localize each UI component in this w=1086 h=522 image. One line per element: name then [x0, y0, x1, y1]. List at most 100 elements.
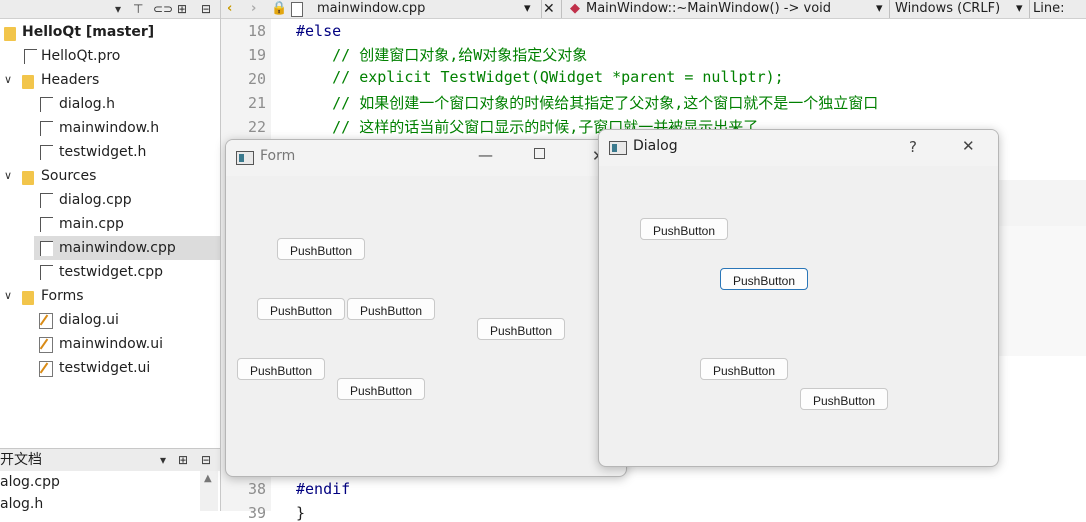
divider — [541, 0, 542, 18]
tree-item-testwidget-h[interactable]: testwidget.h — [0, 140, 220, 164]
line-number: 39 — [247, 504, 266, 522]
tree-item-label: Forms — [41, 288, 84, 304]
symbol-dropdown-icon[interactable]: ▾ — [876, 0, 883, 18]
back-icon[interactable]: ‹ — [227, 0, 232, 18]
project-icon — [4, 27, 16, 41]
tree-folder-headers[interactable]: ∨ Headers — [0, 68, 220, 92]
close-pane-icon[interactable]: ⊟ — [201, 452, 211, 468]
chevron-down-icon[interactable]: ∨ — [4, 164, 12, 188]
dialog-title-bar[interactable]: Dialog ? ✕ — [599, 130, 998, 166]
code-line: // 创建窗口对象,给W对象指定父对象 — [296, 46, 588, 64]
close-icon[interactable]: ✕ — [962, 137, 975, 155]
tree-item-label: Headers — [41, 72, 100, 88]
editor-toolbar: ‹ › 🔒 mainwindow.cpp ▾ ✕ ◆ MainWindow::~… — [221, 0, 1086, 34]
source-file-icon — [40, 241, 53, 256]
close-pane-icon[interactable]: ⊟ — [201, 1, 211, 17]
form-title-bar[interactable]: Form — ✕ — [226, 140, 626, 176]
tree-item-hellopro[interactable]: HelloQt.pro — [0, 44, 220, 68]
minimize-icon[interactable]: — — [478, 146, 493, 164]
tree-item-mainwindow-ui[interactable]: mainwindow.ui — [0, 332, 220, 356]
open-document-item[interactable]: alog.cpp — [0, 471, 60, 493]
tree-item-testwidget-cpp[interactable]: testwidget.cpp — [0, 260, 220, 284]
tree-item-label: mainwindow.h — [59, 120, 160, 136]
chevron-down-icon[interactable]: ∨ — [4, 68, 12, 92]
maximize-icon[interactable] — [534, 148, 545, 159]
encoding-dropdown-icon[interactable]: ▾ — [1016, 0, 1023, 18]
chevron-down-icon[interactable]: ∨ — [4, 284, 12, 308]
tree-item-dialog-ui[interactable]: dialog.ui — [0, 308, 220, 332]
lock-icon: 🔒 — [271, 1, 288, 16]
link-icon[interactable]: ⊂⊃ — [153, 1, 173, 17]
tree-item-testwidget-ui[interactable]: testwidget.ui — [0, 356, 220, 380]
push-button[interactable]: PushButton — [477, 318, 565, 340]
project-root[interactable]: HelloQt [master] — [0, 20, 220, 44]
folder-icon — [22, 291, 34, 305]
file-icon — [291, 2, 303, 17]
split-icon[interactable]: ⊞ — [177, 1, 187, 17]
tree-item-dialog-h[interactable]: dialog.h — [0, 92, 220, 116]
form-file-icon — [39, 313, 53, 329]
code-line: } — [296, 504, 306, 522]
form-file-icon — [39, 337, 53, 353]
pro-file-icon — [24, 49, 37, 64]
line-number: 18 — [247, 22, 266, 40]
push-button[interactable]: PushButton — [277, 238, 365, 260]
open-document-item[interactable]: alog.h — [0, 493, 43, 511]
push-button[interactable]: PushButton — [337, 378, 425, 400]
tree-item-label: dialog.ui — [59, 312, 119, 328]
dropdown-icon[interactable]: ▾ — [160, 452, 166, 468]
tree-item-mainwindow-h[interactable]: mainwindow.h — [0, 116, 220, 140]
help-button[interactable]: ? — [909, 138, 917, 156]
tree-item-label: HelloQt.pro — [41, 48, 121, 64]
file-dropdown-icon[interactable]: ▾ — [524, 0, 531, 18]
tree-item-label: main.cpp — [59, 216, 124, 232]
line-number: 38 — [247, 480, 266, 498]
scroll-up-icon[interactable]: ▲ — [204, 473, 212, 484]
close-file-icon[interactable]: ✕ — [543, 0, 555, 18]
project-pane-toolbar: ▾ ⊤ ⊂⊃ ⊞ ⊟ — [0, 0, 220, 19]
push-button[interactable]: PushButton — [700, 358, 788, 380]
code-line: // 如果创建一个窗口对象的时候给其指定了父对象,这个窗口就不是一个独立窗口 — [296, 94, 879, 112]
tree-item-label: Sources — [41, 168, 97, 184]
window-icon — [236, 151, 254, 165]
tree-item-label: testwidget.ui — [59, 360, 151, 376]
push-button[interactable]: PushButton — [800, 388, 888, 410]
tree-item-mainwindow-cpp[interactable]: mainwindow.cpp — [34, 236, 220, 260]
divider — [889, 0, 890, 18]
open-documents-title: 开文档 — [0, 452, 42, 468]
symbol-selector[interactable]: MainWindow::~MainWindow() -> void — [586, 0, 831, 18]
line-number: 21 — [247, 94, 266, 112]
dropdown-icon[interactable]: ▾ — [115, 1, 121, 17]
tree-item-main-cpp[interactable]: main.cpp — [0, 212, 220, 236]
form-window[interactable]: Form — ✕ PushButton PushButton PushButto… — [225, 139, 627, 477]
push-button-focused[interactable]: PushButton — [720, 268, 808, 290]
divider — [561, 0, 562, 18]
tree-item-label: testwidget.h — [59, 144, 147, 160]
current-file[interactable]: mainwindow.cpp — [317, 0, 425, 18]
tree-item-dialog-cpp[interactable]: dialog.cpp — [0, 188, 220, 212]
code-line: // explicit TestWidget(QWidget *parent =… — [296, 68, 784, 86]
tree-folder-sources[interactable]: ∨ Sources — [0, 164, 220, 188]
form-title: Form — [260, 148, 296, 164]
scrollbar[interactable]: ▲ — [200, 471, 218, 511]
push-button[interactable]: PushButton — [237, 358, 325, 380]
project-root-label: HelloQt [master] — [22, 24, 155, 40]
window-icon — [609, 141, 627, 155]
folder-icon — [22, 75, 34, 89]
push-button[interactable]: PushButton — [257, 298, 345, 320]
push-button[interactable]: PushButton — [347, 298, 435, 320]
source-file-icon — [40, 193, 53, 208]
tree-item-label: testwidget.cpp — [59, 264, 164, 280]
line-ending-selector[interactable]: Windows (CRLF) — [895, 0, 1000, 18]
tree-folder-forms[interactable]: ∨ Forms — [0, 284, 220, 308]
line-number: 20 — [247, 70, 266, 88]
folder-icon — [22, 171, 34, 185]
push-button[interactable]: PushButton — [640, 218, 728, 240]
filter-icon[interactable]: ⊤ — [133, 1, 143, 17]
forward-icon[interactable]: › — [251, 0, 256, 18]
code-line: #endif — [296, 480, 351, 498]
split-icon[interactable]: ⊞ — [178, 452, 188, 468]
line-number: 22 — [247, 118, 266, 136]
dialog-window[interactable]: Dialog ? ✕ PushButton PushButton PushBut… — [598, 129, 999, 467]
tree-item-label: mainwindow.cpp — [59, 240, 176, 256]
